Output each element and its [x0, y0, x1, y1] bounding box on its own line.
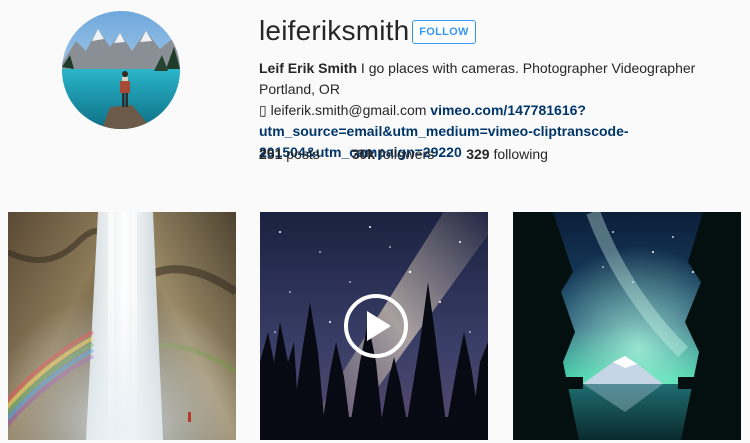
- profile-full-name: Leif Erik Smith: [259, 60, 358, 76]
- following-count: 329: [466, 146, 490, 162]
- bio-link-line1: vimeo.com/147781616?: [430, 102, 586, 118]
- mail-icon: ▯: [259, 102, 267, 118]
- avatar-image: [62, 11, 180, 129]
- bio-link-line2: utm_source=email&utm_medium=vimeo-cliptr…: [259, 123, 629, 139]
- post-tile-waterfall[interactable]: [8, 212, 236, 440]
- followers-label: followers: [378, 146, 435, 162]
- profile-avatar[interactable]: [62, 11, 180, 129]
- stat-following[interactable]: 329 following: [466, 145, 548, 163]
- stat-followers[interactable]: 30k followers: [352, 145, 435, 163]
- aurora-lake-photo: [513, 212, 741, 440]
- post-tile-milky-way-video[interactable]: [260, 212, 488, 440]
- profile-username: leiferiksmith: [259, 15, 410, 46]
- posts-label: posts: [286, 146, 320, 162]
- post-tile-aurora-lake[interactable]: [513, 212, 741, 440]
- posts-count: 251: [259, 146, 283, 162]
- waterfall-photo: [8, 212, 236, 440]
- following-label: following: [493, 146, 548, 162]
- profile-stats: 251 posts 30k followers 329 following: [259, 145, 548, 163]
- follow-button[interactable]: FOLLOW: [412, 20, 476, 44]
- milky-way-video-thumbnail: [260, 212, 488, 440]
- followers-count: 30k: [351, 146, 376, 162]
- stat-posts: 251 posts: [259, 145, 320, 163]
- bio-email: leiferik.smith@gmail.com: [266, 102, 431, 118]
